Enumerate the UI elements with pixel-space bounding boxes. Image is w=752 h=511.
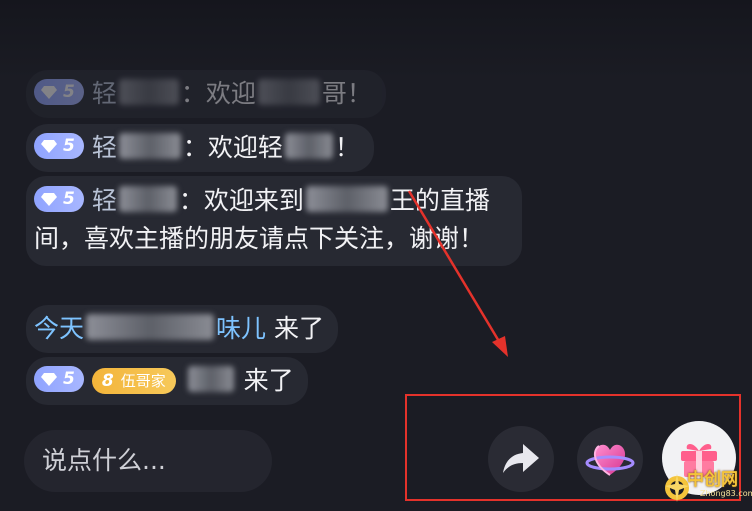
watermark-subtext: Zhong83.com <box>700 489 752 498</box>
watermark-text: 中创网 <box>687 470 738 490</box>
